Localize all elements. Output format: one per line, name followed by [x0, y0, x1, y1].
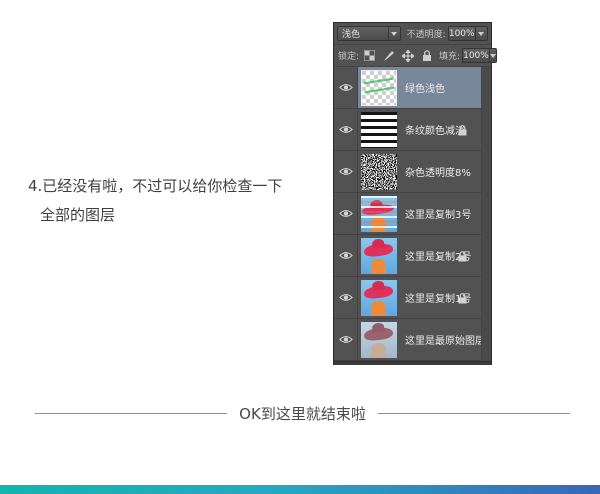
- layer-thumbnail[interactable]: [361, 112, 397, 148]
- layer-row-body[interactable]: 这里是复制3号: [358, 193, 481, 234]
- eye-icon: [339, 293, 353, 302]
- lock-paint-icon[interactable]: [382, 49, 395, 62]
- layer-row[interactable]: 这里是复制2号: [334, 235, 491, 277]
- blend-mode-value: 浅色: [338, 27, 388, 40]
- lock-all-icon[interactable]: [420, 49, 433, 62]
- footer-text: OK到这里就结束啦: [239, 403, 366, 424]
- divider-line-left: [35, 413, 227, 414]
- opacity-input[interactable]: 100%: [448, 26, 476, 41]
- layer-lock-icon: [458, 251, 467, 262]
- layer-row[interactable]: 这里是复制3号: [334, 193, 491, 235]
- layer-name: 这里是最原始图层: [405, 332, 485, 347]
- layer-lock-icon: [458, 125, 467, 136]
- note-line-1: 4.已经没有啦，不过可以给你检查一下: [28, 172, 282, 201]
- panel-bottom-bar: [334, 361, 491, 365]
- layers-panel: 浅色 不透明度: 100% 锁定:: [333, 22, 492, 365]
- eye-icon: [339, 83, 353, 92]
- layer-row-body[interactable]: 条纹颜色减淡: [358, 109, 481, 150]
- divider-line-right: [378, 413, 570, 414]
- eye-icon: [339, 167, 353, 176]
- visibility-toggle[interactable]: [334, 151, 358, 192]
- layer-row[interactable]: 条纹颜色减淡: [334, 109, 491, 151]
- opacity-dropdown-button[interactable]: [476, 26, 488, 41]
- photo-hat-shape: [363, 326, 393, 341]
- layer-name: 杂色透明度8%: [405, 164, 471, 179]
- layer-row[interactable]: 这里是复制1号: [334, 277, 491, 319]
- glitch-overlay: [361, 196, 397, 232]
- layers-list: 绿色浅色 条纹颜色减淡: [334, 67, 491, 361]
- visibility-toggle[interactable]: [334, 235, 358, 276]
- photo-person-shape: [371, 343, 386, 358]
- lock-transparency-icon[interactable]: [363, 49, 376, 62]
- footer-divider: OK到这里就结束啦: [0, 403, 600, 424]
- blend-opacity-bar: 浅色 不透明度: 100%: [334, 23, 491, 45]
- lock-fill-bar: 锁定: 填充: 100%: [334, 45, 491, 67]
- fill-label: 填充:: [439, 49, 460, 62]
- layer-row-body[interactable]: 杂色透明度8%: [358, 151, 481, 192]
- layer-row[interactable]: 绿色浅色: [334, 67, 491, 109]
- photo-hat-shape: [363, 284, 393, 299]
- layer-row-body[interactable]: 这里是最原始图层: [358, 319, 485, 360]
- layer-thumbnail[interactable]: [361, 280, 397, 316]
- opacity-label: 不透明度:: [407, 27, 446, 40]
- note-line-2: 全部的图层: [28, 201, 282, 230]
- photo-hat-shape: [363, 242, 393, 257]
- fill-dropdown-button[interactable]: [490, 48, 497, 63]
- fill-input[interactable]: 100%: [462, 48, 490, 63]
- visibility-toggle[interactable]: [334, 67, 358, 108]
- layer-row[interactable]: 杂色透明度8%: [334, 151, 491, 193]
- noise-texture: [361, 154, 397, 190]
- visibility-toggle[interactable]: [334, 109, 358, 150]
- lock-icons: [363, 49, 433, 62]
- layer-thumbnail[interactable]: [361, 238, 397, 274]
- eye-icon: [339, 125, 353, 134]
- layer-lock-icon: [458, 293, 467, 304]
- visibility-toggle[interactable]: [334, 193, 358, 234]
- eye-icon: [339, 251, 353, 260]
- note-text: 4.已经没有啦，不过可以给你检查一下 全部的图层: [28, 172, 282, 230]
- photo-person-shape: [371, 259, 386, 274]
- panel-scrollbar[interactable]: [481, 67, 491, 361]
- dropdown-arrow-icon[interactable]: [388, 27, 400, 40]
- layer-row-body[interactable]: 这里是复制2号: [358, 235, 481, 276]
- eye-icon: [339, 335, 353, 344]
- visibility-toggle[interactable]: [334, 319, 358, 360]
- layer-thumbnail[interactable]: [361, 70, 397, 106]
- layer-row-body[interactable]: 这里是复制1号: [358, 277, 481, 318]
- photo-person-shape: [371, 301, 386, 316]
- layer-thumbnail[interactable]: [361, 154, 397, 190]
- layer-row[interactable]: 这里是最原始图层: [334, 319, 491, 361]
- visibility-toggle[interactable]: [334, 277, 358, 318]
- layer-name: 条纹颜色减淡: [405, 122, 465, 137]
- layer-name: 绿色浅色: [405, 80, 445, 95]
- blend-mode-dropdown[interactable]: 浅色: [337, 26, 401, 41]
- green-scribble: [363, 76, 394, 95]
- layer-thumbnail[interactable]: [361, 196, 397, 232]
- layer-name: 这里是复制3号: [405, 206, 471, 221]
- layer-thumbnail[interactable]: [361, 322, 397, 358]
- lock-position-icon[interactable]: [401, 49, 414, 62]
- bottom-gradient-strip: [0, 485, 600, 494]
- lock-label: 锁定:: [338, 49, 359, 62]
- layer-row-body[interactable]: 绿色浅色: [358, 67, 481, 108]
- eye-icon: [339, 209, 353, 218]
